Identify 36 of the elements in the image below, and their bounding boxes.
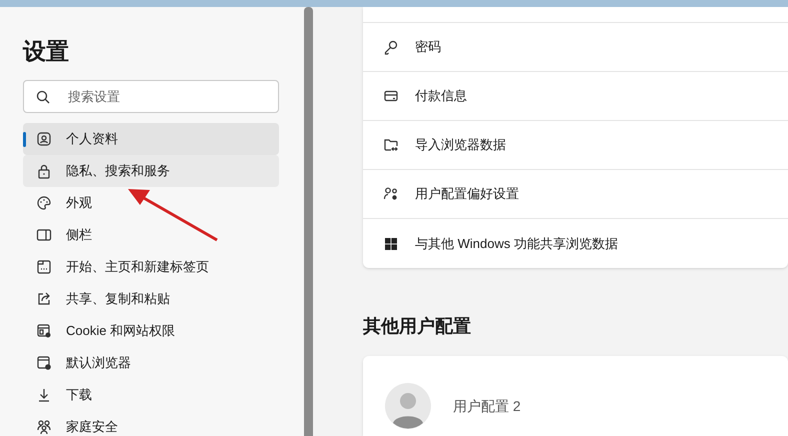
settings-row[interactable]: 用户配置偏好设置 [363,170,788,219]
search-field[interactable]: 搜索设置 [23,80,279,113]
profile-card[interactable]: 用户配置 2 [363,356,788,436]
selection-indicator [23,132,26,147]
sidebar-item[interactable]: 侧栏 [23,219,279,251]
sidebar-item[interactable]: 共享、复制和粘贴 [23,283,279,315]
window-check-icon [36,355,52,371]
window-icon [36,259,52,275]
settings-row[interactable]: 密码 [363,23,788,72]
sidebar-item[interactable]: 隐私、搜索和服务 [23,155,279,187]
people-icon [36,419,52,435]
profile-icon [36,131,52,147]
palette-icon [36,195,52,211]
settings-row[interactable]: 与其他 Windows 功能共享浏览数据 [363,219,788,268]
scrollbar[interactable] [304,7,313,436]
sidebar-item[interactable]: 默认浏览器 [23,347,279,379]
sidebar-item[interactable]: 个人资料 [23,123,279,155]
sidebar-item[interactable]: 家庭安全 [23,411,279,436]
sidebar-item[interactable]: 开始、主页和新建标签页 [23,251,279,283]
sidebar-item[interactable]: 外观 [23,187,279,219]
lock-icon [36,163,52,179]
sidebar-item[interactable]: Cookie 和网站权限 [23,315,279,347]
folder-icon [383,137,399,153]
sidebar-icon [36,227,52,243]
key-icon [383,39,399,55]
card-icon [383,88,399,104]
windows-icon [383,236,399,252]
search-icon [36,90,50,104]
settings-row[interactable]: 导入浏览器数据 [363,121,788,170]
avatar-icon [385,383,431,429]
settings-row[interactable]: 付款信息 [363,72,788,121]
sidebar-item[interactable]: 下载 [23,379,279,411]
section-heading: 其他用户配置 [363,315,472,338]
settings-title: 设置 [23,37,70,66]
share-icon [36,291,52,307]
download-icon [36,387,52,403]
